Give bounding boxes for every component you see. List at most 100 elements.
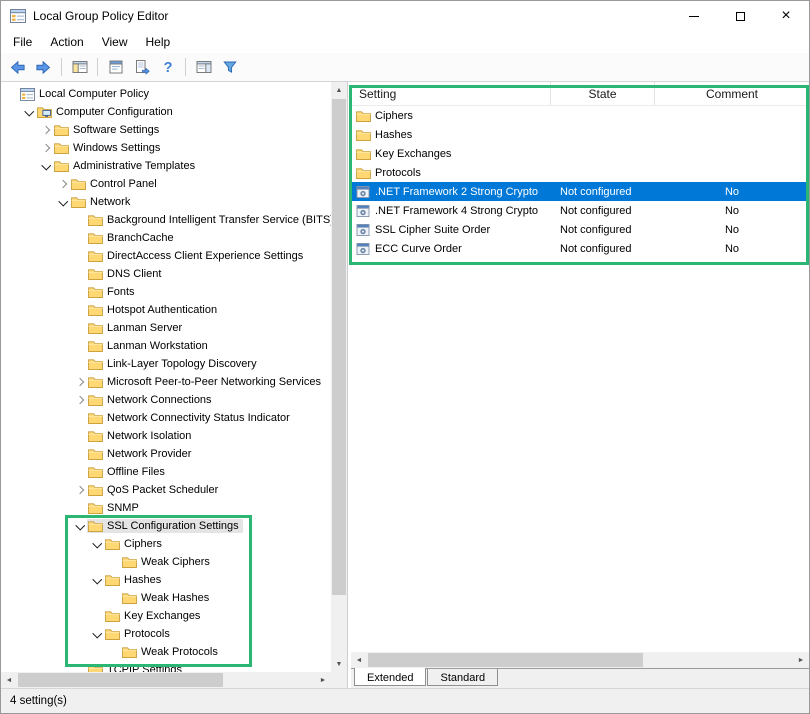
tree-node: TCPIP Settings <box>87 663 186 672</box>
tree-item-network-provider[interactable]: Network Provider <box>1 445 331 463</box>
setting-row-protocols[interactable]: Protocols <box>351 163 809 182</box>
chevron-expanded-icon[interactable] <box>56 195 70 209</box>
filter-button[interactable] <box>218 56 241 79</box>
tab-extended[interactable]: Extended <box>354 668 427 686</box>
console-tree: Local Computer Policy Computer Configurat… <box>1 82 331 672</box>
tree-item-branchcache[interactable]: BranchCache <box>1 229 331 247</box>
chevron-expanded-icon[interactable] <box>90 627 104 641</box>
scroll-up-arrow-icon[interactable]: ▲ <box>331 82 347 98</box>
minimize-button[interactable] <box>671 1 717 31</box>
tree-item-snmp[interactable]: SNMP <box>1 499 331 517</box>
forward-button[interactable] <box>32 56 55 79</box>
tree-item-hashes[interactable]: Hashes <box>1 571 331 589</box>
console-tree-pane: Local Computer Policy Computer Configurat… <box>1 82 348 688</box>
column-header-setting[interactable]: Setting <box>351 82 551 105</box>
chevron-collapsed-icon[interactable] <box>39 123 53 137</box>
tree-item-link-layer-topology-discovery[interactable]: Link-Layer Topology Discovery <box>1 355 331 373</box>
tree-hscroll-thumb[interactable] <box>18 673 223 687</box>
tree-item-computer-configuration[interactable]: Computer Configuration <box>1 103 331 121</box>
close-button[interactable]: × <box>763 1 809 31</box>
tree-item-background-intelligent-transfer-service-bits[interactable]: Background Intelligent Transfer Service … <box>1 211 331 229</box>
back-button[interactable] <box>6 56 29 79</box>
tree-item-control-panel[interactable]: Control Panel <box>1 175 331 193</box>
tree-item-software-settings[interactable]: Software Settings <box>1 121 331 139</box>
tree-item-label: Hotspot Authentication <box>107 304 218 316</box>
tree-item-directaccess-client-experience-settings[interactable]: DirectAccess Client Experience Settings <box>1 247 331 265</box>
chevron-collapsed-icon[interactable] <box>73 393 87 407</box>
tree-item-local-computer-policy[interactable]: Local Computer Policy <box>1 85 331 103</box>
menu-file[interactable]: File <box>4 32 41 52</box>
tree-item-key-exchanges[interactable]: Key Exchanges <box>1 607 331 625</box>
scroll-down-arrow-icon[interactable]: ▼ <box>331 656 347 672</box>
column-header-state[interactable]: State <box>551 82 655 105</box>
menu-action[interactable]: Action <box>41 32 92 52</box>
tree-item-weak-ciphers[interactable]: Weak Ciphers <box>1 553 331 571</box>
chevron-expanded-icon[interactable] <box>73 519 87 533</box>
column-header-comment[interactable]: Comment <box>655 82 809 105</box>
help-button[interactable]: ? <box>156 56 179 79</box>
help-icon: ? <box>160 59 176 75</box>
tree-node: Weak Ciphers <box>121 555 214 569</box>
tree-item-dns-client[interactable]: DNS Client <box>1 265 331 283</box>
tree-item-network-connectivity-status-indicator[interactable]: Network Connectivity Status Indicator <box>1 409 331 427</box>
tab-standard[interactable]: Standard <box>427 669 499 686</box>
tree-node: Network Connections <box>87 393 216 407</box>
tree-item-ssl-configuration-settings[interactable]: SSL Configuration Settings <box>1 517 331 535</box>
maximize-button[interactable] <box>717 1 763 31</box>
tree-item-administrative-templates[interactable]: Administrative Templates <box>1 157 331 175</box>
chevron-expanded-icon[interactable] <box>90 573 104 587</box>
setting-row-net-framework-2-strong-crypto[interactable]: .NET Framework 2 Strong Crypto Not config… <box>351 182 809 201</box>
menu-view[interactable]: View <box>93 32 137 52</box>
tree-item-fonts[interactable]: Fonts <box>1 283 331 301</box>
scroll-right-arrow-icon[interactable]: ► <box>315 672 331 688</box>
show-console-tree-button[interactable] <box>68 56 91 79</box>
show-action-pane-button[interactable] <box>192 56 215 79</box>
chevron-collapsed-icon[interactable] <box>56 177 70 191</box>
tree-item-network-isolation[interactable]: Network Isolation <box>1 427 331 445</box>
tree-item-qos-packet-scheduler[interactable]: QoS Packet Scheduler <box>1 481 331 499</box>
tree-item-lanman-server[interactable]: Lanman Server <box>1 319 331 337</box>
tree-item-lanman-workstation[interactable]: Lanman Workstation <box>1 337 331 355</box>
list-hscroll-thumb[interactable] <box>368 653 643 667</box>
tree-item-network-connections[interactable]: Network Connections <box>1 391 331 409</box>
tree-vertical-scrollbar[interactable]: ▲ ▼ <box>331 82 347 672</box>
chevron-collapsed-icon[interactable] <box>73 375 87 389</box>
tree-vscroll-thumb[interactable] <box>332 99 346 595</box>
setting-row-ciphers[interactable]: Ciphers <box>351 106 809 125</box>
list-horizontal-scrollbar[interactable]: ◄ ► <box>351 652 809 668</box>
tree-item-network[interactable]: Network <box>1 193 331 211</box>
tree-item-weak-hashes[interactable]: Weak Hashes <box>1 589 331 607</box>
setting-row-ecc-curve-order[interactable]: ECC Curve Order Not configured No <box>351 239 809 258</box>
scroll-left-arrow-icon[interactable]: ◄ <box>1 672 17 688</box>
chevron-collapsed-icon[interactable] <box>73 483 87 497</box>
setting-row-ssl-cipher-suite-order[interactable]: SSL Cipher Suite Order Not configured No <box>351 220 809 239</box>
tree-item-microsoft-peer-to-peer-networking-services[interactable]: Microsoft Peer-to-Peer Networking Servic… <box>1 373 331 391</box>
tree-item-protocols[interactable]: Protocols <box>1 625 331 643</box>
settings-list: Ciphers Hashes Key Exchanges Protocols .NET … <box>351 106 809 652</box>
tree-item-windows-settings[interactable]: Windows Settings <box>1 139 331 157</box>
tree-item-weak-protocols[interactable]: Weak Protocols <box>1 643 331 661</box>
properties-button[interactable] <box>104 56 127 79</box>
tree-item-ciphers[interactable]: Ciphers <box>1 535 331 553</box>
scroll-left-arrow-icon[interactable]: ◄ <box>351 652 367 668</box>
chevron-expanded-icon[interactable] <box>90 537 104 551</box>
scroll-right-arrow-icon[interactable]: ► <box>793 652 809 668</box>
export-list-button[interactable] <box>130 56 153 79</box>
chevron-collapsed-icon[interactable] <box>39 141 53 155</box>
folder-icon <box>88 412 103 424</box>
chevron-expanded-icon[interactable] <box>22 105 36 119</box>
tree-item-offline-files[interactable]: Offline Files <box>1 463 331 481</box>
menu-help[interactable]: Help <box>137 32 180 52</box>
tree-horizontal-scrollbar[interactable]: ◄ ► <box>1 672 331 688</box>
tree-item-label: Control Panel <box>90 178 157 190</box>
chevron-expanded-icon[interactable] <box>39 159 53 173</box>
setting-row-hashes[interactable]: Hashes <box>351 125 809 144</box>
setting-row-key-exchanges[interactable]: Key Exchanges <box>351 144 809 163</box>
tree-item-tcpip-settings[interactable]: TCPIP Settings <box>1 661 331 672</box>
tree-item-hotspot-authentication[interactable]: Hotspot Authentication <box>1 301 331 319</box>
tree-node: Computer Configuration <box>36 105 177 119</box>
setting-row-net-framework-4-strong-crypto[interactable]: .NET Framework 4 Strong Crypto Not config… <box>351 201 809 220</box>
